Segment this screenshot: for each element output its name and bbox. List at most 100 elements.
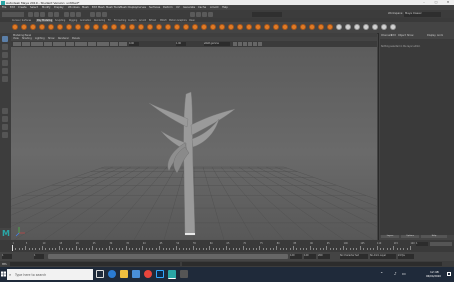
shelf-soccer-icon[interactable] <box>129 24 135 30</box>
panel-toolbar-icon[interactable] <box>13 42 17 46</box>
range-start-field[interactable]: 1 <box>2 254 12 259</box>
menu-cache[interactable]: Cache <box>198 6 206 9</box>
panel-toolbar-icon[interactable] <box>105 42 110 46</box>
maya-taskbar-icon[interactable] <box>168 270 176 279</box>
menu-mesh-tools[interactable]: Mesh Tools <box>106 6 120 9</box>
shelf-pyramid-icon[interactable] <box>84 24 90 30</box>
panel-toolbar-icon[interactable] <box>52 42 57 46</box>
notification-icon[interactable] <box>447 272 451 276</box>
fps-dropdown[interactable]: 24 fps <box>398 254 414 259</box>
shelf-quad-draw-icon[interactable] <box>300 24 306 30</box>
menu-deform[interactable]: Deform <box>163 6 173 9</box>
panel-toolbar-icon[interactable] <box>123 42 127 46</box>
four-view-layout-icon[interactable] <box>2 116 8 122</box>
render-current-icon[interactable] <box>190 11 195 17</box>
panel-toolbar-icon[interactable] <box>238 42 242 46</box>
panel-toolbar-icon[interactable] <box>30 42 35 46</box>
menu-display[interactable]: Display <box>54 6 64 9</box>
anim-layer-dropdown[interactable]: No Anim Layer <box>370 254 396 259</box>
undo-icon[interactable] <box>48 11 53 17</box>
shelf-prism-icon[interactable] <box>93 24 99 30</box>
panel-toolbar-icon[interactable] <box>96 42 101 46</box>
snap-curve-icon[interactable] <box>96 11 101 17</box>
hypershade-icon[interactable] <box>208 11 213 17</box>
shelf-insert-edge-icon[interactable] <box>282 24 288 30</box>
panel-toolbar-icon[interactable] <box>83 42 88 46</box>
shelf-sphere-icon[interactable] <box>12 24 18 30</box>
shelf-platonic-icon[interactable] <box>75 24 81 30</box>
menu-mesh[interactable]: Mesh <box>82 6 89 9</box>
menu-generate[interactable]: Generate <box>183 6 195 9</box>
select-component-icon[interactable] <box>76 11 81 17</box>
menu-file[interactable]: File <box>2 6 6 9</box>
shelf-plane-icon[interactable] <box>48 24 54 30</box>
shelf-freeze-icon[interactable] <box>354 24 360 30</box>
open-scene-icon[interactable] <box>34 11 39 17</box>
panel-toolbar-icon[interactable] <box>114 42 119 46</box>
shelf-mirror-tool-icon[interactable] <box>336 24 342 30</box>
shelf-connect-icon[interactable] <box>318 24 324 30</box>
chrome-icon[interactable] <box>144 270 152 278</box>
panel-toolbar-icon[interactable] <box>258 42 262 46</box>
photoshop-icon[interactable] <box>156 270 164 278</box>
anim-end-field[interactable]: 200 <box>318 254 330 259</box>
task-view-icon[interactable] <box>96 270 104 278</box>
file-explorer-icon[interactable] <box>120 270 128 278</box>
taskbar-search-box[interactable]: ⌕ Type here to search <box>7 269 93 280</box>
menu-arnold[interactable]: Arnold <box>210 6 218 9</box>
character-set-dropdown[interactable]: No Character Set <box>340 254 368 259</box>
shelf-target-weld-icon[interactable] <box>309 24 315 30</box>
panel-toolbar-icon[interactable] <box>253 42 257 46</box>
shelf-multi-cut-icon[interactable] <box>273 24 279 30</box>
workspace-selector[interactable]: Maya Classic <box>404 11 441 17</box>
menu-mesh-display[interactable]: Mesh Display <box>120 6 137 9</box>
gamma-field[interactable]: 1.00 <box>176 42 186 46</box>
shelf-boolean-union-icon[interactable] <box>192 24 198 30</box>
shelf-offset-edge-icon[interactable] <box>291 24 297 30</box>
layer-button-layers[interactable]: Layers <box>381 235 399 238</box>
time-slider[interactable]: 1 1 5 10 15 20 25 30 35 40 45 50 55 60 65 70 75 80 85 90 95… <box>0 240 454 252</box>
range-end-field[interactable]: 120 <box>304 254 316 259</box>
select-object-icon[interactable] <box>70 11 75 17</box>
persp-outliner-layout-icon[interactable] <box>2 124 8 130</box>
menu-uv[interactable]: UV <box>176 6 180 9</box>
shelf-superellipse-icon[interactable] <box>138 24 144 30</box>
snap-grid-icon[interactable] <box>90 11 95 17</box>
rotate-tool-icon[interactable] <box>2 68 8 74</box>
shelf-delete-history-icon[interactable] <box>363 24 369 30</box>
edge-browser-icon[interactable] <box>108 270 116 278</box>
menu-modify[interactable]: Modify <box>42 6 51 9</box>
command-language-label[interactable]: MEL <box>2 263 7 266</box>
symmetry-field[interactable] <box>252 11 282 17</box>
shelf-slide-icon[interactable] <box>327 24 333 30</box>
panel-toolbar-icon[interactable] <box>79 42 83 46</box>
shelf-cylinder-icon[interactable] <box>30 24 36 30</box>
layer-tab-display[interactable]: Display <box>427 34 436 37</box>
shelf-cube-icon[interactable] <box>21 24 27 30</box>
select-tool-icon[interactable] <box>2 36 8 42</box>
shelf-boolean-diff-icon[interactable] <box>201 24 207 30</box>
lasso-tool-icon[interactable] <box>2 44 8 50</box>
colorspace-dropdown[interactable]: sRGB gamma <box>204 42 230 46</box>
redo-icon[interactable] <box>54 11 59 17</box>
menu-help[interactable]: Help <box>222 6 228 9</box>
tree-mesh[interactable] <box>148 91 236 236</box>
current-time-marker[interactable] <box>12 245 13 251</box>
windows-start-icon[interactable] <box>1 271 6 277</box>
perspective-viewport[interactable] <box>11 47 377 240</box>
menu-surfaces[interactable]: Surfaces <box>149 6 160 9</box>
shelf-gear-icon[interactable] <box>120 24 126 30</box>
range-start-inner-field[interactable]: 1 <box>34 254 44 259</box>
layer-button-help[interactable]: Help <box>421 235 447 238</box>
layer-tab-anim[interactable]: Anim <box>437 34 443 37</box>
exposure-field[interactable]: 0.00 <box>129 42 139 46</box>
panel-toolbar-icon[interactable] <box>101 42 105 46</box>
menu-windows[interactable]: Windows <box>68 6 80 9</box>
shelf-extrude-icon[interactable] <box>237 24 243 30</box>
panel-toolbar-icon[interactable] <box>39 42 44 46</box>
clock-time[interactable]: 12:48 <box>430 270 439 274</box>
store-icon[interactable] <box>132 270 140 278</box>
panel-toolbar-icon[interactable] <box>61 42 66 46</box>
command-input[interactable] <box>10 262 180 266</box>
panel-toolbar-icon[interactable] <box>118 42 123 46</box>
